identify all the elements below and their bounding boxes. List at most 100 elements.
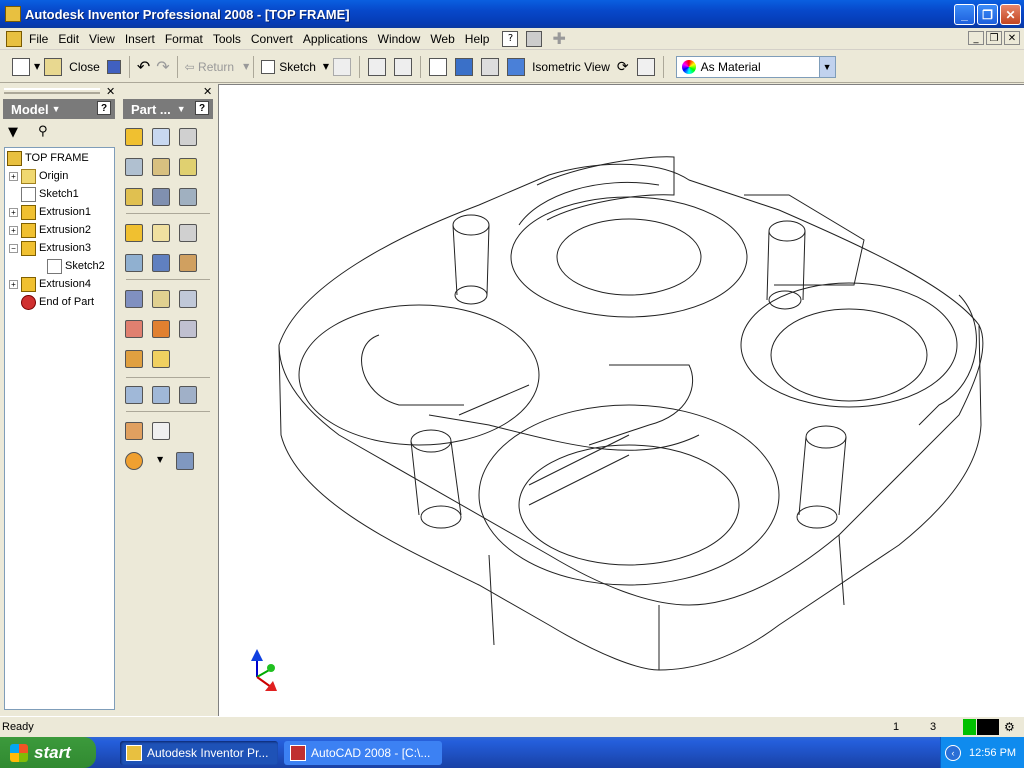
decal-icon[interactable] [125,290,143,308]
rib-icon[interactable] [152,158,170,176]
minimize-button[interactable]: _ [954,4,975,25]
undo-icon[interactable]: ↶ [134,55,153,79]
open-icon[interactable] [44,57,63,76]
shaded-display-icon[interactable] [455,57,474,76]
menu-insert[interactable]: Insert [120,32,160,46]
create-component-icon[interactable] [125,422,143,440]
browser-dropdown-icon[interactable]: ▼ [52,104,61,114]
update-icon[interactable] [333,57,352,76]
menu-edit[interactable]: Edit [53,32,84,46]
collapse-icon[interactable]: − [9,243,18,253]
restore-button[interactable]: ❐ [977,4,998,25]
rectangular-pattern-icon[interactable] [125,386,143,404]
sketch-dropdown-icon[interactable]: ▼ [323,62,329,71]
doc-close-button[interactable]: ✕ [1004,31,1020,45]
close-window-button[interactable]: ✕ [1000,4,1021,25]
loft-icon[interactable] [179,158,197,176]
browser-close-icon[interactable]: ✕ [106,85,115,98]
tree-node-origin[interactable]: + Origin [9,167,68,185]
chamfer-icon[interactable] [152,224,170,242]
emboss-icon[interactable] [179,254,197,272]
menu-web[interactable]: Web [425,32,459,46]
expand-icon[interactable]: + [9,207,18,217]
save-icon[interactable] [106,59,121,74]
tree-node-extrusion2[interactable]: + Extrusion2 [9,221,91,239]
expand-icon[interactable]: + [9,171,18,181]
menu-file[interactable]: File [24,32,53,46]
delete-face-icon[interactable] [125,320,143,338]
menu-help[interactable]: Help [460,32,495,46]
panel-header[interactable]: Part ... ▼ ? [123,99,213,119]
doc-minimize-button[interactable]: _ [968,31,984,45]
tree-node-extrusion4[interactable]: + Extrusion4 [9,275,91,293]
isometric-view-button[interactable]: Isometric View [529,55,613,79]
browser-help-icon[interactable]: ? [97,101,111,115]
circular-pattern-icon[interactable] [152,386,170,404]
hole-icon[interactable] [179,128,197,146]
inventor-app-icon[interactable] [5,6,21,22]
start-button[interactable]: start [0,737,96,768]
menu-format[interactable]: Format [160,32,208,46]
work-axis-icon[interactable] [179,320,197,338]
menu-view[interactable]: View [84,32,120,46]
shell-icon[interactable] [125,158,143,176]
redo-icon[interactable]: ↷ [153,55,172,79]
measure-icon[interactable] [368,57,387,76]
new-dropdown-icon[interactable]: ▼ [34,62,40,71]
tree-node-top-frame[interactable]: TOP FRAME [7,149,89,167]
graphics-viewport[interactable] [218,84,1024,716]
find-icon[interactable]: ⚲ [38,124,48,139]
color-style-select[interactable]: As Material ▼ [675,55,836,78]
return-button[interactable]: ⇦ Return [182,55,237,79]
panel-grip[interactable] [4,88,100,94]
return-dropdown-icon[interactable]: ▼ [243,62,249,71]
split-icon[interactable] [125,254,143,272]
tree-node-sketch2[interactable]: Sketch2 [47,257,105,275]
extrude-icon[interactable] [125,128,143,146]
ucs-icon[interactable] [125,452,143,470]
menu-convert[interactable]: Convert [246,32,298,46]
work-point-icon[interactable] [152,350,170,368]
new-icon[interactable] [12,57,30,76]
sketch-tool-icon[interactable] [152,422,170,440]
isometric-view-icon[interactable] [507,57,526,76]
expand-icon[interactable]: + [9,279,18,289]
orbit-icon[interactable]: ⟳ [617,59,629,75]
doc-restore-button[interactable]: ❐ [986,31,1002,45]
thicken-icon[interactable] [152,254,170,272]
section-view-icon[interactable] [636,57,655,76]
menu-tools[interactable]: Tools [208,32,246,46]
document-icon[interactable] [6,30,22,47]
coil-icon[interactable] [152,188,170,206]
menu-applications[interactable]: Applications [298,32,373,46]
sweep-icon[interactable] [125,188,143,206]
browser-header[interactable]: Model ▼ ? [3,99,115,119]
tree-node-sketch1[interactable]: Sketch1 [21,185,79,203]
face-draft-icon[interactable] [179,224,197,242]
hidden-edge-display-icon[interactable] [481,57,500,76]
ucs-dropdown-icon[interactable]: ▼ [157,455,163,464]
thread-icon[interactable] [179,188,197,206]
wireframe-display-icon[interactable] [429,57,448,76]
sketch-button[interactable]: Sketch [258,55,319,79]
tree-node-extrusion1[interactable]: + Extrusion1 [9,203,91,221]
taskbar-item-inventor[interactable]: Autodesk Inventor Pr... [120,740,278,765]
fillet-icon[interactable] [125,224,143,242]
taskbar-item-autocad[interactable]: AutoCAD 2008 - [C:\... [284,740,442,765]
replace-face-icon[interactable] [152,320,170,338]
help-icon[interactable]: ? [502,30,519,47]
filter-icon[interactable]: ▼ [8,125,18,140]
chevron-down-icon[interactable]: ▼ [818,56,835,77]
panel-dropdown-icon[interactable]: ▼ [177,104,186,114]
panel-close-icon[interactable]: ✕ [203,85,212,98]
expand-icon[interactable]: + [9,225,18,235]
work-plane-icon[interactable] [179,290,197,308]
promote-icon[interactable] [125,350,143,368]
clock[interactable]: 12:56 PM [969,747,1016,759]
mirror-icon[interactable] [179,386,197,404]
close-button[interactable]: Close [66,55,103,79]
part-wireframe-model[interactable] [219,85,1024,717]
analysis-icon[interactable] [394,57,413,76]
convert-icon[interactable] [176,452,194,470]
show-hidden-icons-icon[interactable]: ‹ [945,744,961,761]
